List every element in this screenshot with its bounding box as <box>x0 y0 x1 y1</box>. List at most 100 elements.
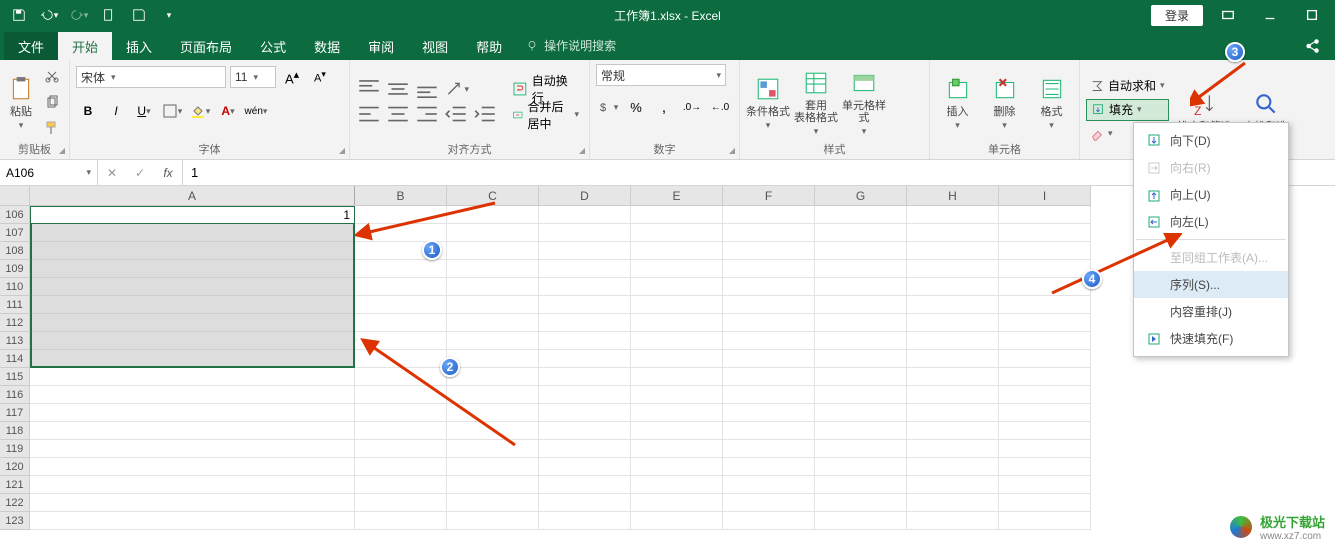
cell[interactable] <box>30 206 355 224</box>
cell[interactable] <box>447 512 539 530</box>
cell[interactable] <box>999 242 1091 260</box>
row-header[interactable]: 108 <box>0 242 30 260</box>
tab-pagelayout[interactable]: 页面布局 <box>166 32 246 60</box>
cell[interactable] <box>815 404 907 422</box>
column-header[interactable]: F <box>723 186 815 205</box>
tab-data[interactable]: 数据 <box>300 32 354 60</box>
save-icon[interactable] <box>6 3 32 27</box>
undo-icon[interactable]: ▾ <box>36 3 62 27</box>
cell[interactable] <box>631 278 723 296</box>
cell[interactable] <box>30 386 355 404</box>
ribbon-display-icon[interactable] <box>1211 3 1245 27</box>
font-name-select[interactable]: 宋体▾ <box>76 66 226 88</box>
cell[interactable] <box>447 260 539 278</box>
bold-button[interactable]: B <box>76 100 100 122</box>
row-header[interactable]: 109 <box>0 260 30 278</box>
cell[interactable] <box>631 332 723 350</box>
autosum-button[interactable]: 自动求和▾ <box>1086 75 1169 97</box>
row-header[interactable]: 117 <box>0 404 30 422</box>
cell[interactable] <box>723 296 815 314</box>
cell[interactable] <box>907 422 999 440</box>
cell[interactable] <box>723 368 815 386</box>
cell[interactable] <box>30 224 355 242</box>
cell[interactable] <box>907 224 999 242</box>
cell[interactable] <box>907 206 999 224</box>
cell[interactable] <box>815 242 907 260</box>
wrap-text-button[interactable]: 自动换行 <box>508 78 583 100</box>
cell[interactable] <box>355 422 447 440</box>
align-bottom-icon[interactable] <box>414 78 440 100</box>
phonetic-icon[interactable]: wén▾ <box>244 100 268 122</box>
cell[interactable] <box>355 350 447 368</box>
cell[interactable] <box>355 206 447 224</box>
cell[interactable] <box>907 404 999 422</box>
cell[interactable] <box>723 278 815 296</box>
cell[interactable] <box>815 278 907 296</box>
format-painter-icon[interactable] <box>40 117 64 139</box>
row-header[interactable]: 119 <box>0 440 30 458</box>
cell[interactable] <box>631 494 723 512</box>
name-box[interactable]: ▾ <box>0 160 98 185</box>
cell[interactable] <box>631 224 723 242</box>
border-icon[interactable]: ▾ <box>160 100 184 122</box>
row-header[interactable]: 121 <box>0 476 30 494</box>
cell[interactable] <box>815 512 907 530</box>
cell[interactable] <box>30 314 355 332</box>
cancel-edit-icon[interactable]: ✕ <box>98 166 126 180</box>
cell[interactable] <box>447 476 539 494</box>
cell[interactable] <box>355 278 447 296</box>
cell[interactable] <box>907 440 999 458</box>
fill-up-item[interactable]: 向上(U) <box>1134 181 1288 208</box>
cell[interactable] <box>447 458 539 476</box>
cell[interactable] <box>30 350 355 368</box>
percent-icon[interactable]: % <box>624 96 648 118</box>
cell[interactable] <box>30 422 355 440</box>
cell[interactable] <box>355 314 447 332</box>
cell[interactable] <box>355 512 447 530</box>
cell[interactable] <box>447 206 539 224</box>
tab-help[interactable]: 帮助 <box>462 32 516 60</box>
cell[interactable] <box>631 422 723 440</box>
cell[interactable] <box>30 440 355 458</box>
cell[interactable] <box>999 476 1091 494</box>
cell[interactable] <box>999 512 1091 530</box>
cell[interactable] <box>631 314 723 332</box>
cell[interactable] <box>723 242 815 260</box>
cell[interactable] <box>907 332 999 350</box>
delete-cells-button[interactable]: 删除▾ <box>983 72 1026 131</box>
row-header[interactable]: 113 <box>0 332 30 350</box>
cell[interactable] <box>907 368 999 386</box>
cell[interactable] <box>631 476 723 494</box>
cell[interactable] <box>539 494 631 512</box>
fill-series-item[interactable]: 序列(S)... <box>1134 271 1288 298</box>
cell[interactable] <box>631 440 723 458</box>
cell[interactable] <box>539 368 631 386</box>
number-format-select[interactable]: 常规▾ <box>596 64 726 86</box>
decrease-decimal-icon[interactable]: ←.0 <box>708 96 732 118</box>
cell[interactable] <box>999 296 1091 314</box>
cell[interactable] <box>355 404 447 422</box>
cell[interactable] <box>355 476 447 494</box>
cell[interactable] <box>539 422 631 440</box>
cell[interactable] <box>447 350 539 368</box>
cell[interactable] <box>631 350 723 368</box>
tab-insert[interactable]: 插入 <box>112 32 166 60</box>
cell[interactable] <box>815 296 907 314</box>
fill-left-item[interactable]: 向左(L) <box>1134 208 1288 235</box>
cell[interactable] <box>815 332 907 350</box>
increase-font-icon[interactable]: A▴ <box>280 66 304 88</box>
save2-icon[interactable] <box>126 3 152 27</box>
cell[interactable] <box>30 476 355 494</box>
cell[interactable] <box>447 296 539 314</box>
cell[interactable] <box>30 368 355 386</box>
cell[interactable] <box>447 314 539 332</box>
cell[interactable] <box>30 242 355 260</box>
cell[interactable] <box>907 260 999 278</box>
cell[interactable] <box>723 512 815 530</box>
cell[interactable] <box>907 242 999 260</box>
fill-color-icon[interactable]: ▾ <box>188 100 212 122</box>
cell[interactable] <box>539 278 631 296</box>
cell[interactable] <box>355 260 447 278</box>
cell[interactable] <box>723 260 815 278</box>
cell[interactable] <box>30 404 355 422</box>
